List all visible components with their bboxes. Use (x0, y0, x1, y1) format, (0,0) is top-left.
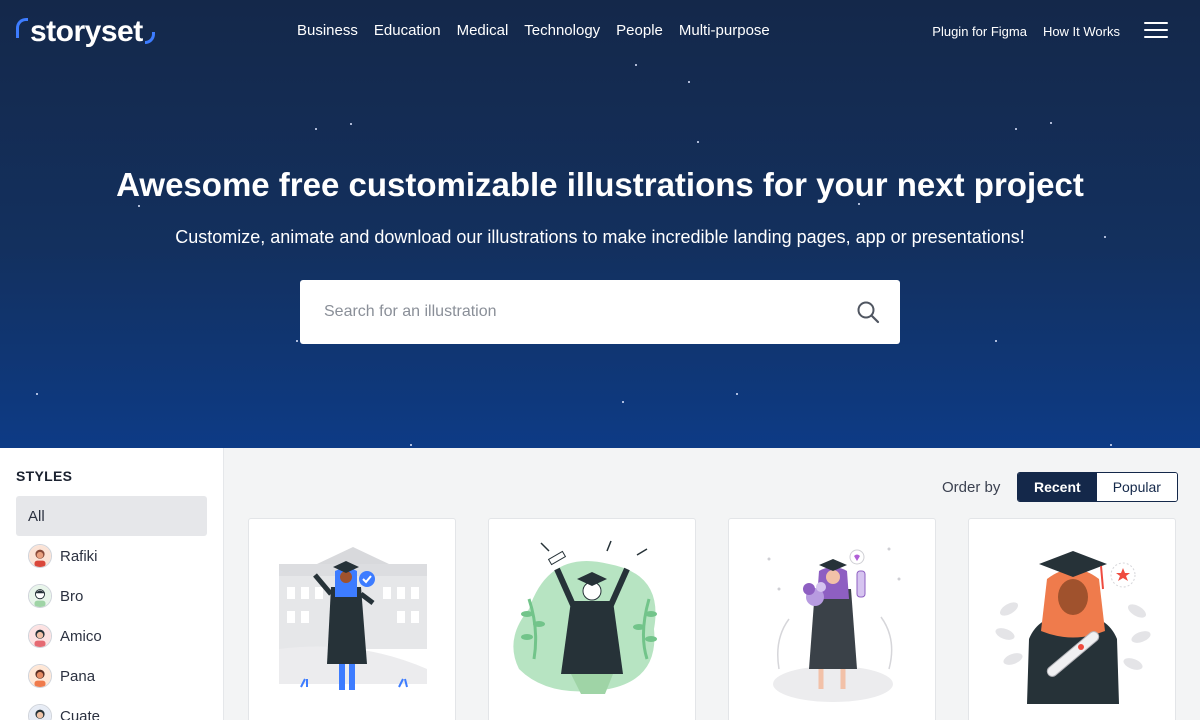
style-item-label: Rafiki (60, 547, 98, 565)
cuate-avatar-icon (28, 704, 52, 720)
styles-heading: STYLES (16, 468, 73, 484)
star-decoration (138, 205, 140, 207)
order-recent-button[interactable]: Recent (1018, 473, 1097, 501)
pana-avatar-icon (28, 664, 52, 688)
star-decoration (1015, 128, 1017, 130)
style-item-label: Bro (60, 587, 84, 605)
rafiki-avatar-icon (28, 544, 52, 568)
hero-title: Awesome free customizable illustrations … (116, 166, 1084, 203)
star-decoration (635, 64, 637, 66)
nav-link-education[interactable]: Education (374, 22, 441, 39)
hero-section: storyset Business Education Medical Tech… (0, 0, 1200, 448)
logo-text: storyset (30, 15, 143, 48)
nav-link-multi-purpose[interactable]: Multi-purpose (679, 22, 770, 39)
style-item-pana[interactable]: Pana (16, 656, 207, 696)
secondary-nav: Plugin for Figma How It Works (916, 24, 1120, 39)
storyset-logo[interactable]: storyset (16, 12, 155, 52)
star-decoration (697, 141, 699, 143)
plugin-for-figma-link[interactable]: Plugin for Figma (932, 24, 1027, 39)
star-decoration (296, 340, 298, 342)
nav-link-medical[interactable]: Medical (457, 22, 509, 39)
illustration-card[interactable] (728, 518, 936, 720)
illustration-card[interactable] (488, 518, 696, 720)
graduation-illustration-3-icon (767, 547, 901, 702)
nav-link-business[interactable]: Business (297, 22, 358, 39)
star-decoration (995, 340, 997, 342)
category-nav: Business Education Medical Technology Pe… (297, 22, 770, 39)
graduation-illustration-2-icon (513, 540, 657, 694)
star-decoration (736, 393, 738, 395)
illustration-card[interactable] (248, 518, 456, 720)
star-decoration (410, 444, 412, 446)
search-icon[interactable] (856, 300, 880, 324)
hero-subtitle: Customize, animate and download our illu… (175, 227, 1025, 247)
hamburger-menu-icon[interactable] (1144, 22, 1168, 40)
amico-avatar-icon (28, 624, 52, 648)
nav-link-technology[interactable]: Technology (524, 22, 600, 39)
styles-sidebar: STYLES All Rafiki Bro Amico Pana Cuate (0, 448, 224, 720)
style-list: All Rafiki Bro Amico Pana Cuate (16, 496, 207, 720)
illustration-card[interactable] (968, 518, 1176, 720)
bro-avatar-icon (28, 584, 52, 608)
star-decoration (315, 128, 317, 130)
logo-tail-icon (144, 32, 155, 44)
star-decoration (622, 401, 624, 403)
search-input[interactable] (300, 280, 840, 344)
style-item-all[interactable]: All (16, 496, 207, 536)
star-decoration (36, 393, 38, 395)
top-navigation: storyset Business Education Medical Tech… (0, 0, 1200, 64)
graduation-illustration-1-icon (279, 547, 427, 690)
style-item-label: Cuate (60, 707, 101, 720)
nav-link-people[interactable]: People (616, 22, 663, 39)
order-popular-button[interactable]: Popular (1096, 473, 1177, 501)
how-it-works-link[interactable]: How It Works (1043, 24, 1120, 39)
style-item-label: Pana (60, 667, 96, 685)
style-item-label: All (28, 507, 45, 525)
star-decoration (688, 81, 690, 83)
style-item-bro[interactable]: Bro (16, 576, 207, 616)
order-by-label: Order by (942, 479, 1001, 496)
style-item-cuate[interactable]: Cuate (16, 696, 207, 720)
star-decoration (350, 123, 352, 125)
search-box (300, 280, 900, 344)
star-decoration (1110, 444, 1112, 446)
logo-mark-icon (16, 18, 28, 38)
star-decoration (1050, 122, 1052, 124)
order-toggle: Recent Popular (1017, 472, 1178, 502)
style-item-rafiki[interactable]: Rafiki (16, 536, 207, 576)
style-item-label: Amico (60, 627, 102, 645)
style-item-amico[interactable]: Amico (16, 616, 207, 656)
graduation-illustration-4-icon (995, 551, 1151, 704)
illustrations-content: Order by Recent Popular (224, 448, 1200, 720)
